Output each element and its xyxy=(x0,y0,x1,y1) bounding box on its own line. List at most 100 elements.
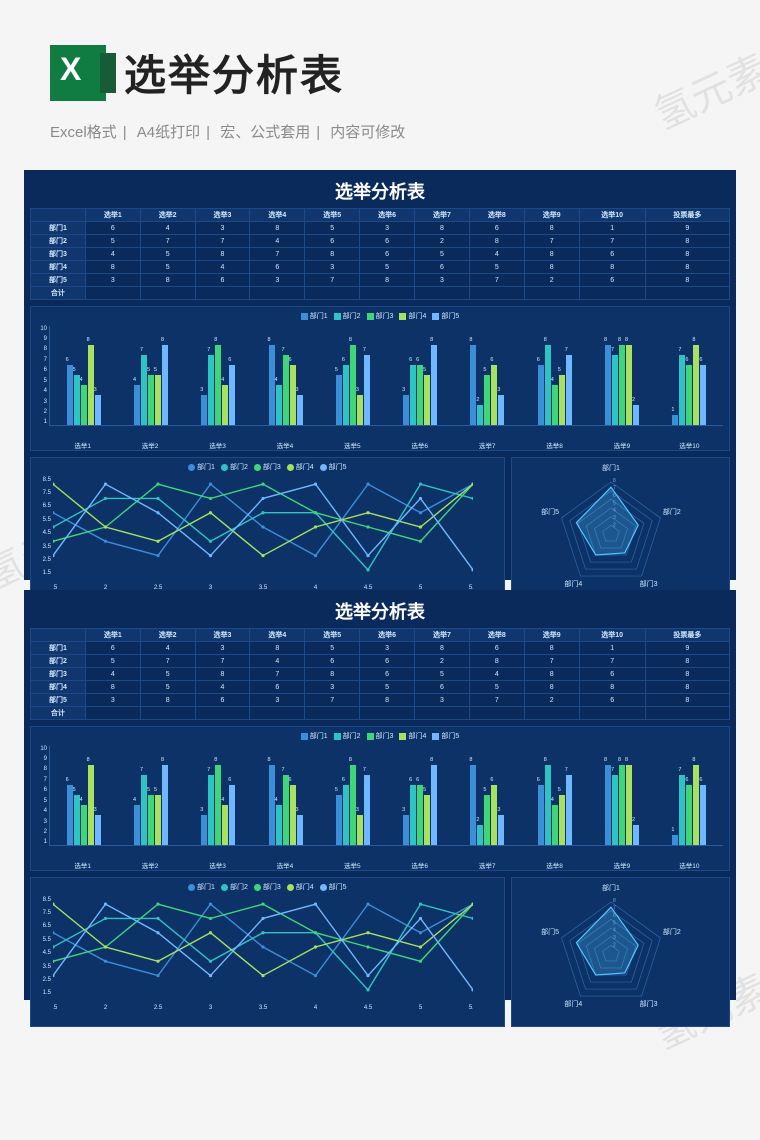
cell: 3 xyxy=(415,694,470,707)
cell xyxy=(579,707,645,720)
line-point xyxy=(104,482,107,485)
radar-label: 部门5 xyxy=(541,507,559,516)
bar: 8 xyxy=(88,765,94,844)
cell: 6 xyxy=(250,261,305,274)
bar: 5 xyxy=(336,375,342,425)
line-chart: 部门1部门2部门3部门4部门58.57.56.55.54.53.52.51.51… xyxy=(30,877,505,1027)
cell: 8 xyxy=(645,668,729,681)
cell: 7 xyxy=(579,655,645,668)
svg-text:8: 8 xyxy=(613,898,616,904)
cell: 2 xyxy=(524,274,579,287)
bar-group: 17686 xyxy=(656,746,723,845)
col-header: 选举5 xyxy=(305,209,360,222)
row-header: 部门4 xyxy=(31,261,86,274)
cell: 3 xyxy=(360,222,415,235)
line-point xyxy=(314,482,317,485)
legend-item: 部门1 xyxy=(188,462,215,472)
table-row: 部门164385386819 xyxy=(31,222,730,235)
bar: 5 xyxy=(484,795,490,845)
bar: 2 xyxy=(633,825,639,845)
radar-svg: 部门1部门2部门3部门4部门52345678 xyxy=(516,462,706,607)
cell: 5 xyxy=(360,261,415,274)
bar: 6 xyxy=(686,785,692,844)
bar: 2 xyxy=(477,405,483,425)
bar: 3 xyxy=(498,815,504,845)
svg-text:7: 7 xyxy=(613,485,616,491)
cell: 8 xyxy=(524,261,579,274)
cell: 5 xyxy=(469,261,524,274)
row-header: 部门3 xyxy=(31,668,86,681)
cell: 7 xyxy=(305,694,360,707)
cell: 4 xyxy=(469,668,524,681)
bar: 3 xyxy=(297,395,303,425)
line-point xyxy=(366,931,369,934)
radar-label: 部门4 xyxy=(564,999,582,1008)
cell: 4 xyxy=(195,681,250,694)
radar-label: 部门2 xyxy=(663,507,681,516)
cell: 6 xyxy=(579,274,645,287)
col-header: 投票最多 xyxy=(645,629,729,642)
bar-group: 84763 xyxy=(252,326,319,425)
bar: 8 xyxy=(545,765,551,844)
line-point xyxy=(156,916,159,919)
cell: 8 xyxy=(305,668,360,681)
cell: 9 xyxy=(645,222,729,235)
svg-text:4: 4 xyxy=(314,1005,318,1011)
line-point xyxy=(209,916,212,919)
cell: 5 xyxy=(140,668,195,681)
cell: 8 xyxy=(579,681,645,694)
svg-text:5: 5 xyxy=(613,500,616,506)
bar: 6 xyxy=(343,365,349,424)
legend-item: 部门2 xyxy=(334,731,361,741)
data-table: 选举1选举2选举3选举4选举5选举6选举7选举8选举9选举10投票最多部门164… xyxy=(30,628,730,720)
bar: 4 xyxy=(222,805,228,845)
cell: 1 xyxy=(579,642,645,655)
bar: 6 xyxy=(290,365,296,424)
cell: 8 xyxy=(85,681,140,694)
svg-text:6: 6 xyxy=(613,493,616,499)
cell: 6 xyxy=(250,681,305,694)
bar: 6 xyxy=(491,785,497,844)
bar-group: 37846 xyxy=(185,746,252,845)
bar: 2 xyxy=(633,405,639,425)
bar: 8 xyxy=(470,765,476,844)
legend: 部门1部门2部门3部门4部门5 xyxy=(37,311,723,322)
cell: 7 xyxy=(195,655,250,668)
bar: 3 xyxy=(498,395,504,425)
line-point xyxy=(419,539,422,542)
bar: 6 xyxy=(538,785,544,844)
line-point xyxy=(261,553,264,556)
row-header: 合计 xyxy=(31,287,86,300)
bar-group: 82563 xyxy=(454,746,521,845)
legend-item: 部门4 xyxy=(399,731,426,741)
bar: 7 xyxy=(612,775,618,844)
row-header: 部门2 xyxy=(31,235,86,248)
line-point xyxy=(209,931,212,934)
cell: 6 xyxy=(360,235,415,248)
cell xyxy=(524,707,579,720)
subtitle-item: A4纸打印 xyxy=(137,124,200,141)
svg-text:3.5: 3.5 xyxy=(259,1005,268,1011)
col-header: 选举9 xyxy=(524,629,579,642)
radar-label: 部门5 xyxy=(541,927,559,936)
bar: 6 xyxy=(538,365,544,424)
cell xyxy=(305,707,360,720)
line-legend: 部门1部门2部门3部门4部门5 xyxy=(37,882,498,893)
bar: 3 xyxy=(95,815,101,845)
bar: 7 xyxy=(679,355,685,424)
col-header: 选举3 xyxy=(195,629,250,642)
bar: 8 xyxy=(162,765,168,844)
bar: 6 xyxy=(229,785,235,844)
bar: 3 xyxy=(357,395,363,425)
bar: 6 xyxy=(417,785,423,844)
cell xyxy=(250,707,305,720)
cell xyxy=(645,707,729,720)
cell: 5 xyxy=(85,655,140,668)
cell: 6 xyxy=(579,694,645,707)
cell: 4 xyxy=(140,222,195,235)
cell xyxy=(195,707,250,720)
bar: 5 xyxy=(484,375,490,425)
cell: 6 xyxy=(415,261,470,274)
cell: 8 xyxy=(195,668,250,681)
line-point xyxy=(104,539,107,542)
